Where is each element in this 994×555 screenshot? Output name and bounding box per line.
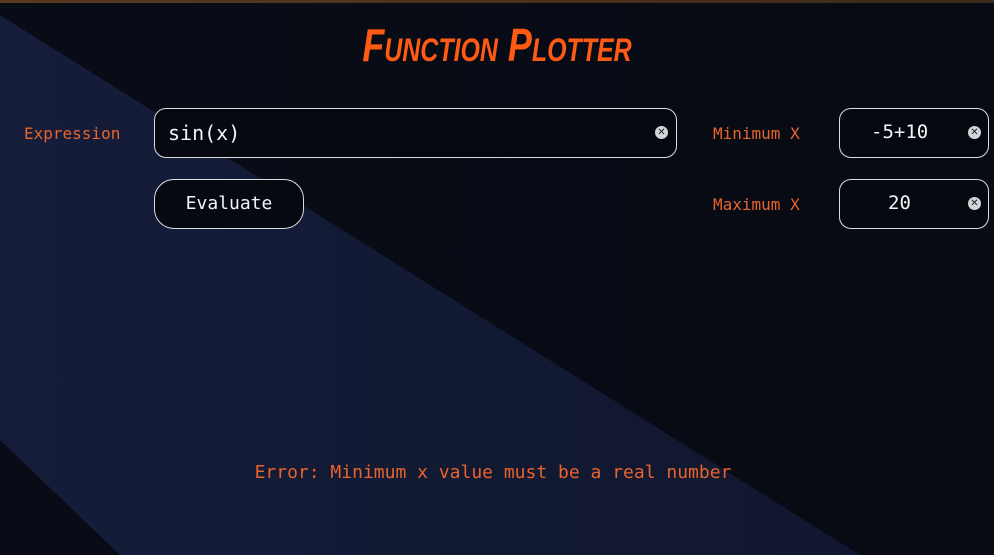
max-x-label: Maximum X (713, 195, 800, 214)
evaluate-button[interactable]: Evaluate (154, 179, 304, 229)
error-message: Error: Minimum x value must be a real nu… (254, 462, 732, 483)
clear-expression-icon[interactable]: ✕ (655, 126, 668, 139)
expression-input-value: sin(x) (168, 121, 241, 145)
min-x-label: Minimum X (713, 124, 800, 143)
clear-min-x-icon[interactable]: ✕ (968, 126, 981, 139)
expression-label: Expression (24, 124, 121, 143)
min-x-input[interactable]: -5+10 ✕ (839, 108, 989, 158)
page-title: Function Plotter (362, 19, 632, 71)
min-x-input-value: -5+10 (871, 121, 929, 143)
clear-max-x-icon[interactable]: ✕ (968, 197, 981, 210)
max-x-input-value: 20 (888, 192, 911, 214)
max-x-input[interactable]: 20 ✕ (839, 179, 989, 229)
expression-input[interactable]: sin(x) ✕ (154, 108, 677, 158)
